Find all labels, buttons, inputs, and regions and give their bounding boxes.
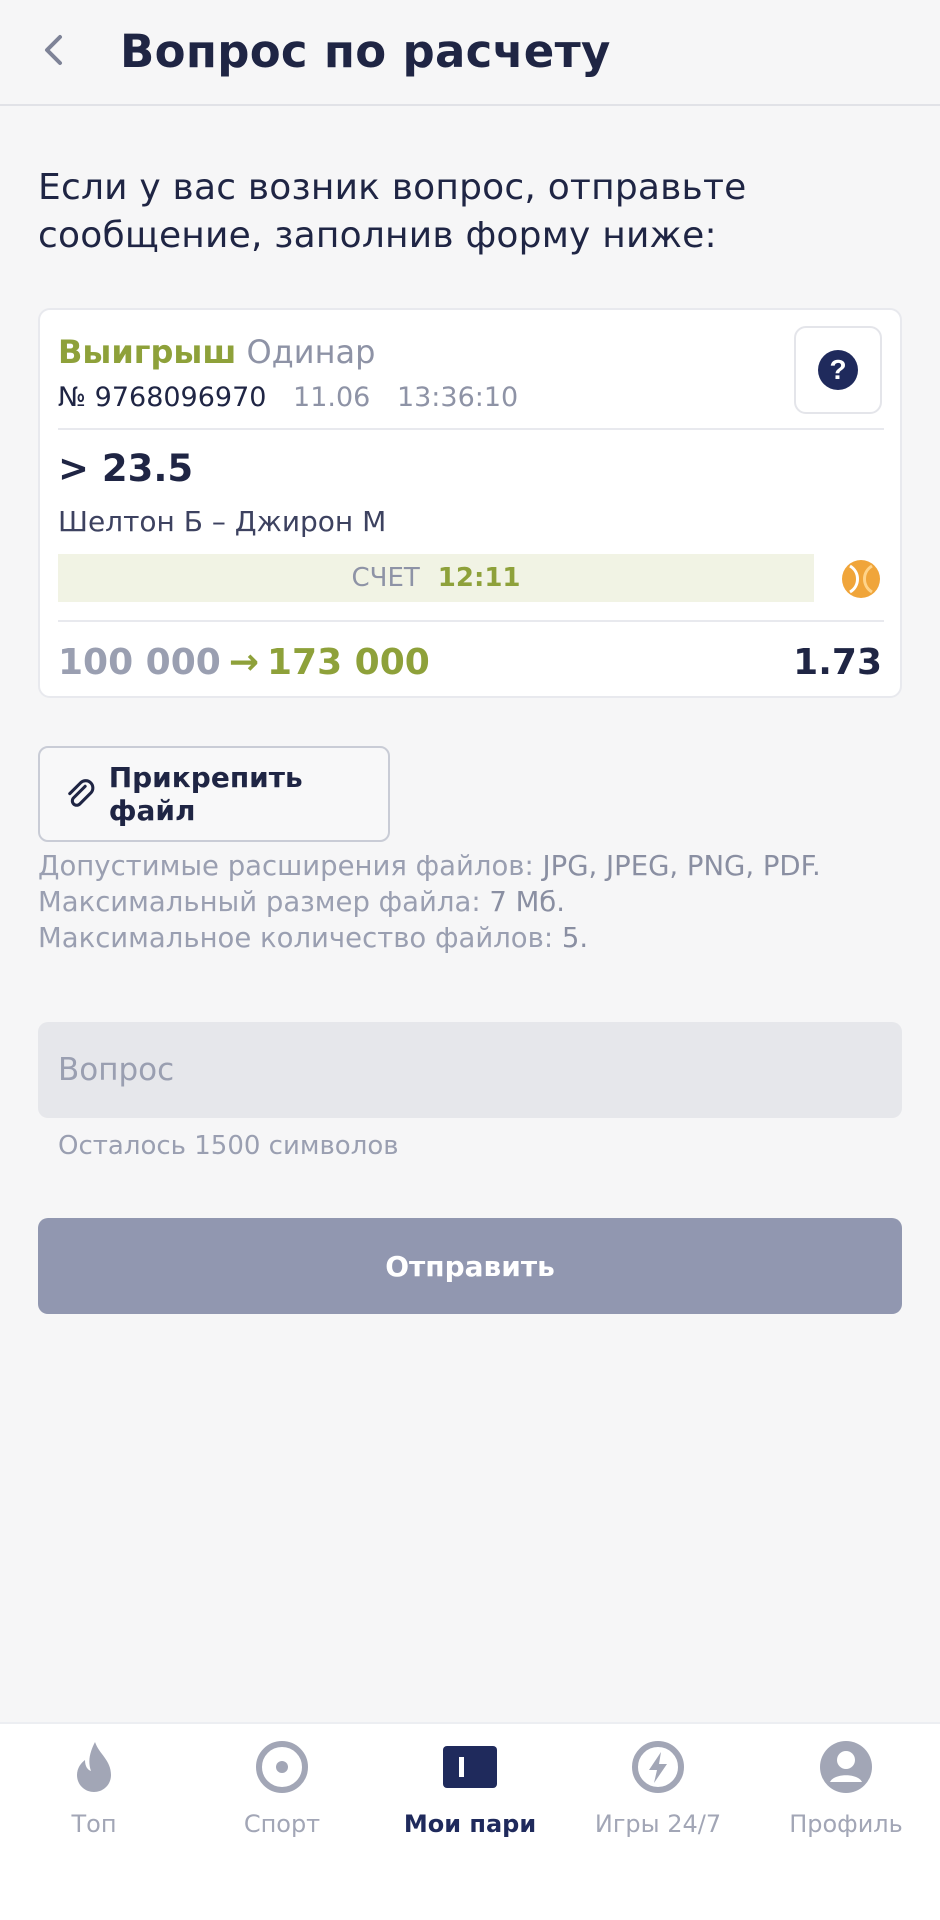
- tab-label: Игры 24/7: [594, 1810, 722, 1838]
- bet-outcome: > 23.5: [58, 447, 194, 490]
- tab-profile[interactable]: Профиль: [752, 1724, 940, 1874]
- bet-stake: 100 000: [58, 642, 221, 683]
- intro-text: Если у вас возник вопрос, отправьте сооб…: [38, 167, 747, 256]
- divider: [58, 428, 884, 430]
- bet-number: № 9768096970: [58, 382, 267, 413]
- bet-coefficient: 1.73: [793, 642, 882, 683]
- chevron-left-icon: [45, 35, 62, 65]
- file-rule-size: Максимальный размер файла: 7 Мб.: [38, 884, 821, 920]
- bet-meta: № 9768096970 11.06 13:36:10: [58, 378, 518, 418]
- question-icon: ?: [818, 350, 858, 390]
- divider: [58, 620, 884, 622]
- score-bar: СЧЕТ 12:11: [58, 554, 814, 602]
- paperclip-icon: [68, 779, 95, 807]
- bet-event: Шелтон Б – Джирон М: [58, 505, 387, 538]
- file-rules: Допустимые расширения файлов: JPG, JPEG,…: [38, 848, 821, 956]
- file-rule-extensions: Допустимые расширения файлов: JPG, JPEG,…: [38, 848, 821, 884]
- flame-icon: [77, 1742, 111, 1792]
- rule-label: Допустимые расширения файлов:: [38, 850, 534, 882]
- arrow-right-icon: →: [228, 642, 259, 683]
- bottom-tab-bar: Топ Спорт Мои пари Игры 24/7 Профиль: [0, 1722, 940, 1920]
- attach-file-label: Прикрепить файл: [108, 761, 303, 827]
- chars-left-counter: Осталось 1500 символов: [58, 1131, 399, 1161]
- question-input[interactable]: [38, 1022, 902, 1118]
- bet-date: 11.06: [293, 382, 371, 413]
- rule-value: JPG, JPEG, PNG, PDF.: [542, 850, 821, 882]
- bet-status-line: Выигрыш Одинар: [58, 330, 375, 374]
- bet-status: Выигрыш: [58, 333, 237, 371]
- score-label: СЧЕТ: [351, 563, 420, 593]
- page-title: Вопрос по расчету: [120, 25, 611, 78]
- rule-label: Максимальное количество файлов:: [38, 922, 554, 954]
- tab-my-bets[interactable]: Мои пари: [376, 1724, 564, 1874]
- bet-payout: 173 000: [267, 642, 430, 683]
- tab-label: Профиль: [789, 1810, 903, 1838]
- top-bar: Вопрос по расчету: [0, 0, 940, 106]
- back-button[interactable]: [30, 24, 76, 76]
- bet-card: Выигрыш Одинар № 9768096970 11.06 13:36:…: [38, 308, 902, 698]
- bet-type: Одинар: [246, 333, 376, 371]
- tennis-ball-icon: [842, 560, 880, 598]
- score-value: 12:11: [437, 563, 521, 593]
- lightning-icon: [632, 1741, 684, 1793]
- tab-label: Топ: [71, 1810, 117, 1838]
- file-rule-count: Максимальное количество файлов: 5.: [38, 920, 821, 956]
- ticket-icon: [443, 1746, 497, 1788]
- sport-target-icon: [256, 1741, 308, 1793]
- tab-label: Спорт: [243, 1810, 321, 1838]
- tab-top[interactable]: Топ: [0, 1724, 188, 1874]
- rule-value: 7 Мб.: [489, 886, 566, 918]
- tab-label: Мои пари: [403, 1810, 537, 1838]
- rule-label: Максимальный размер файла:: [38, 886, 481, 918]
- tab-games[interactable]: Игры 24/7: [564, 1724, 752, 1874]
- bet-time: 13:36:10: [396, 382, 519, 413]
- tab-sport[interactable]: Спорт: [188, 1724, 376, 1874]
- bet-amounts: 100 000 → 173 000: [58, 638, 430, 688]
- rule-value: 5.: [561, 922, 589, 954]
- profile-icon: [820, 1741, 872, 1793]
- help-button[interactable]: ?: [794, 326, 882, 414]
- attach-file-button[interactable]: Прикрепить файл: [38, 746, 390, 842]
- submit-button[interactable]: Отправить: [38, 1218, 902, 1314]
